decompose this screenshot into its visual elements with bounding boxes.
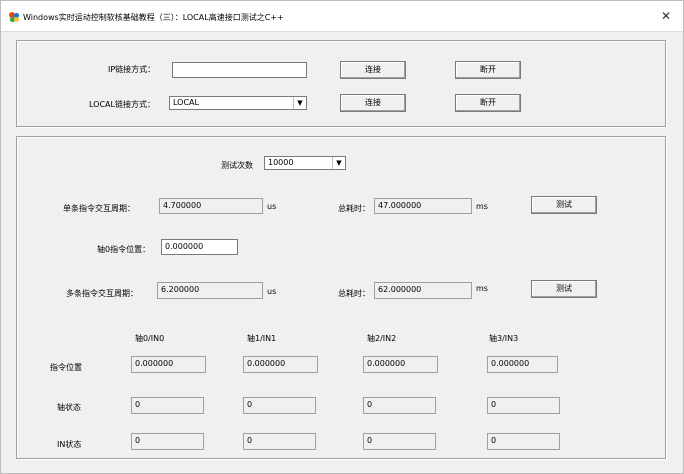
ip-connect-button[interactable]: 连接 <box>340 61 406 79</box>
cmd-pos-axis1: 0.000000 <box>243 356 318 373</box>
axis-status-axis0: 0 <box>131 397 204 414</box>
test-count-value: 10000 <box>268 158 294 167</box>
axis-header-2: 轴2/IN2 <box>367 334 397 343</box>
single-cycle-label: 单条指令交互周期： <box>63 204 135 213</box>
close-icon[interactable]: ✕ <box>657 7 675 25</box>
test-count-label: 测试次数 <box>221 161 253 170</box>
single-test-button[interactable]: 测试 <box>531 196 597 214</box>
single-total-field: 47.000000 <box>374 198 472 214</box>
axis-header-3: 轴3/IN3 <box>489 334 519 343</box>
test-count-select[interactable]: 10000 ▼ <box>264 156 346 170</box>
local-connect-value: LOCAL <box>173 98 199 107</box>
multi-total-label: 总耗时： <box>338 289 370 298</box>
single-total-unit: ms <box>476 202 488 211</box>
chevron-down-icon[interactable]: ▼ <box>332 157 345 169</box>
cmd-pos-axis2: 0.000000 <box>363 356 438 373</box>
axis-header-0: 轴0/IN0 <box>135 334 165 343</box>
axis-status-axis2: 0 <box>363 397 436 414</box>
local-connect-label: LOCAL链接方式： <box>89 100 155 109</box>
in-status-axis3: 0 <box>487 433 560 450</box>
multi-cycle-unit: us <box>267 287 277 296</box>
in-status-axis0: 0 <box>131 433 204 450</box>
multi-test-button[interactable]: 测试 <box>531 280 597 298</box>
cmd-pos-axis0: 0.000000 <box>131 356 206 373</box>
in-status-axis1: 0 <box>243 433 316 450</box>
window-title: Windows实时运动控制软核基础教程（三）：LOCAL高速接口测试之C++ <box>23 13 284 22</box>
ip-address-input[interactable] <box>172 62 307 78</box>
cmd-pos-row-label: 指令位置 <box>50 363 82 372</box>
multi-total-unit: ms <box>476 284 488 293</box>
connection-group <box>16 40 666 127</box>
axis0-pos-label: 轴0指令位置： <box>97 245 151 254</box>
in-status-row-label: IN状态 <box>57 440 82 449</box>
app-icon <box>9 12 20 23</box>
multi-total-field: 62.000000 <box>374 282 472 299</box>
in-status-axis2: 0 <box>363 433 436 450</box>
single-total-label: 总耗时： <box>338 204 370 213</box>
ip-connect-label: IP链接方式： <box>108 65 156 74</box>
multi-cycle-label: 多条指令交互周期： <box>66 289 138 298</box>
local-connect-select[interactable]: LOCAL ▼ <box>169 96 307 110</box>
local-disconnect-button[interactable]: 断开 <box>455 94 521 112</box>
axis-header-1: 轴1/IN1 <box>247 334 277 343</box>
single-cycle-field: 4.700000 <box>159 198 263 214</box>
multi-cycle-field: 6.200000 <box>157 282 263 299</box>
single-cycle-unit: us <box>267 202 277 211</box>
axis-status-row-label: 轴状态 <box>57 403 81 412</box>
axis0-pos-input[interactable]: 0.000000 <box>161 239 238 255</box>
axis-status-axis1: 0 <box>243 397 316 414</box>
title-bar: Windows实时运动控制软核基础教程（三）：LOCAL高速接口测试之C++ ✕ <box>1 1 683 32</box>
axis-status-axis3: 0 <box>487 397 560 414</box>
main-window: Windows实时运动控制软核基础教程（三）：LOCAL高速接口测试之C++ ✕… <box>0 0 684 474</box>
local-connect-button[interactable]: 连接 <box>340 94 406 112</box>
cmd-pos-axis3: 0.000000 <box>487 356 558 373</box>
chevron-down-icon[interactable]: ▼ <box>293 97 306 109</box>
ip-disconnect-button[interactable]: 断开 <box>455 61 521 79</box>
